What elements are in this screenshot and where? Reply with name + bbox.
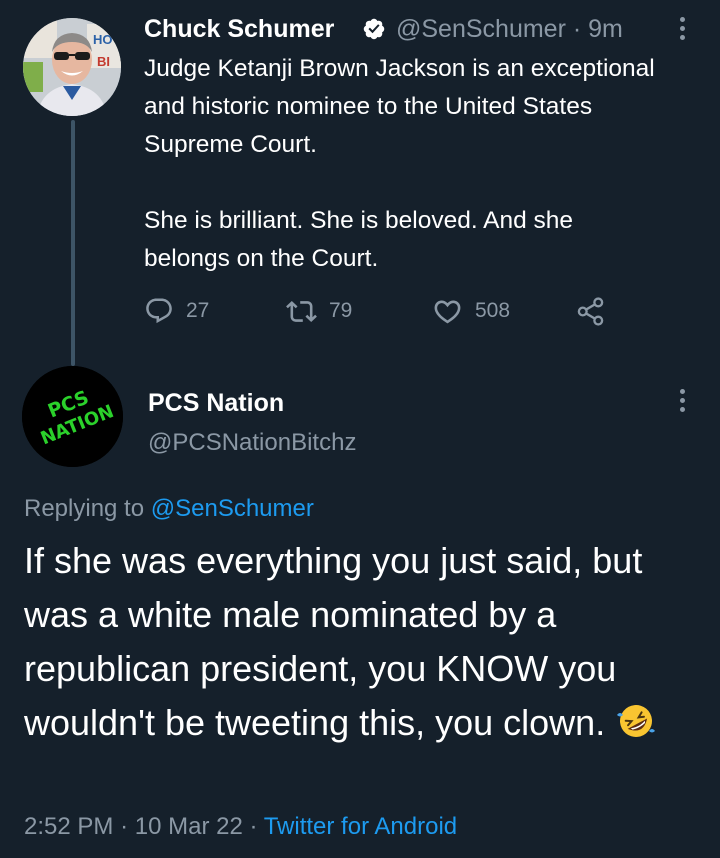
- separator-dot: ·: [249, 813, 258, 840]
- reply-body: If she was everything you just said, but…: [24, 534, 709, 756]
- tweet-handle[interactable]: @SenSchumer: [396, 15, 566, 43]
- avatar-sign-text: HO: [93, 32, 113, 47]
- like-count: 508: [475, 299, 511, 322]
- svg-text:BI: BI: [97, 54, 110, 69]
- share-icon: [577, 296, 604, 326]
- retweet-button[interactable]: 79: [286, 294, 352, 328]
- tweet-paragraph: She is brilliant. She is beloved. And sh…: [144, 207, 574, 272]
- reply-icon: [146, 298, 172, 324]
- replying-to-mention[interactable]: @SenSchumer: [151, 495, 314, 522]
- reply-text: If she was everything you just said, but…: [24, 540, 643, 743]
- share-button[interactable]: [575, 294, 606, 328]
- tweet-body: Judge Ketanji Brown Jackson is an except…: [144, 50, 664, 278]
- retweet-count: 79: [329, 299, 353, 322]
- replying-to: Replying to @SenSchumer: [24, 491, 314, 527]
- schumer-photo: HO BI: [23, 18, 121, 116]
- reply-count: 27: [186, 299, 210, 322]
- reply-author-name[interactable]: PCS Nation: [148, 386, 284, 420]
- retweet-icon: [286, 300, 317, 322]
- replying-to-label: Replying to: [24, 495, 145, 522]
- tweet-author-name[interactable]: Chuck Schumer: [144, 12, 334, 46]
- tweet-meta: 2:52 PM · 10 Mar 22 · Twitter for Androi…: [24, 809, 457, 845]
- more-options-icon[interactable]: [674, 14, 692, 44]
- rolling-on-floor-laughing-emoji-icon: [615, 701, 657, 756]
- more-options-icon[interactable]: [674, 386, 692, 416]
- schumer-avatar[interactable]: HO BI: [23, 18, 121, 116]
- reply-button[interactable]: 27: [144, 294, 209, 328]
- tweet-time[interactable]: 9m: [588, 15, 623, 43]
- thread-connector-line: [71, 120, 75, 366]
- pcs-nation-logo: PCS NATION: [22, 366, 123, 467]
- verified-badge-icon: [363, 18, 385, 40]
- tweet-source-link[interactable]: Twitter for Android: [264, 813, 457, 840]
- tweet-date[interactable]: 10 Mar 22: [135, 813, 243, 840]
- heart-icon: [434, 300, 461, 323]
- separator-dot: ·: [120, 813, 129, 840]
- reply-handle[interactable]: @PCSNationBitchz: [148, 426, 356, 460]
- tweet-paragraph: Judge Ketanji Brown Jackson is an except…: [144, 55, 655, 158]
- separator-dot: ·: [572, 15, 582, 43]
- like-button[interactable]: 508: [432, 294, 510, 328]
- pcs-nation-avatar[interactable]: PCS NATION: [22, 366, 123, 467]
- tweet-handle-time[interactable]: @SenSchumer · 9m: [396, 12, 623, 46]
- tweet-timestamp[interactable]: 2:52 PM: [24, 813, 113, 840]
